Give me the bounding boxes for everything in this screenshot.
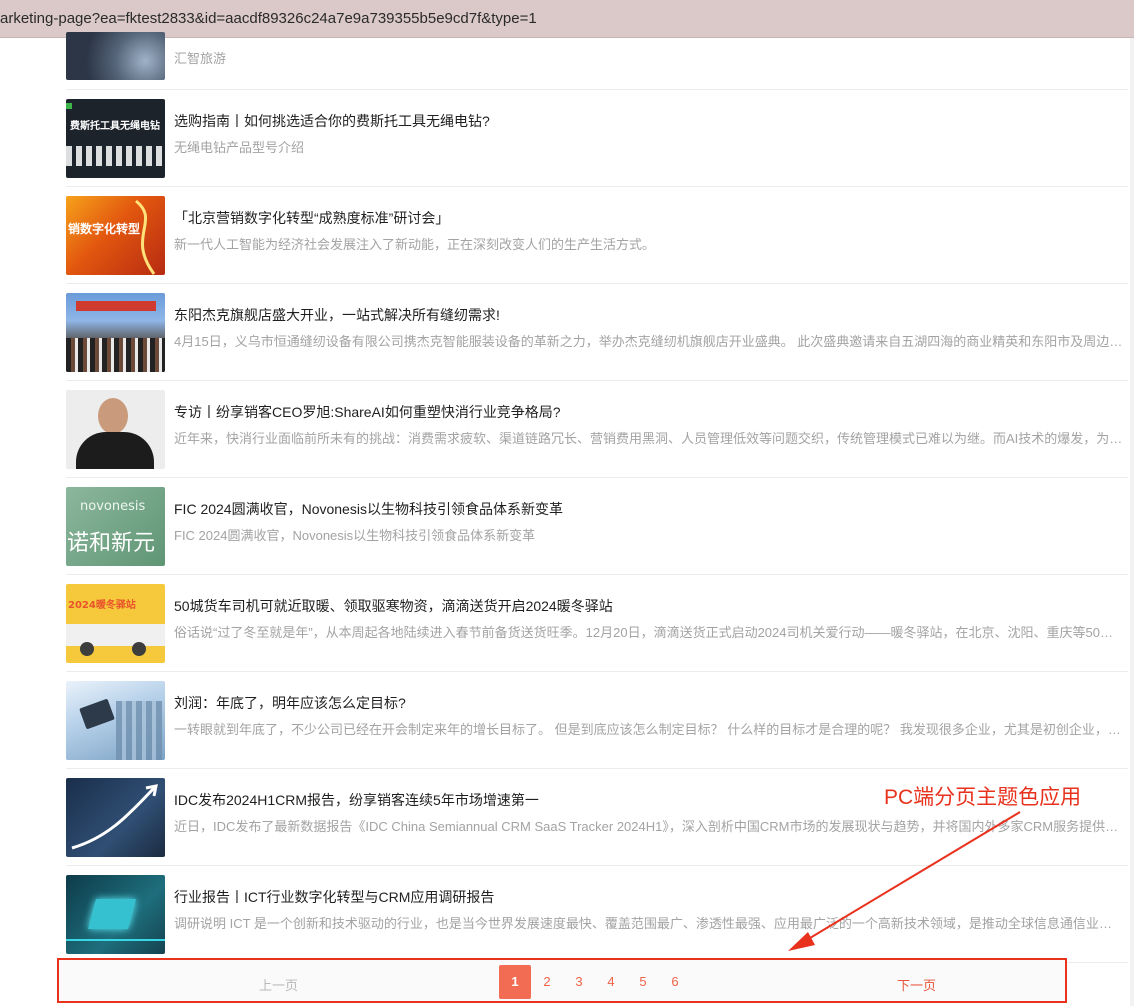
article-title[interactable]: 选购指南丨如何挑选适合你的费斯托工具无绳电钻?	[174, 111, 490, 131]
next-page-button[interactable]: 下一页	[897, 975, 936, 994]
article-item[interactable]: novonesis 诺和新元 FIC 2024圆满收官，Novonesis以生物…	[66, 478, 1128, 575]
page-button-6[interactable]: 6	[659, 965, 691, 999]
page-number-list: 1 2 3 4 5 6	[499, 965, 691, 999]
article-title[interactable]: 50城货车司机可就近取暖、领取驱寒物资，滴滴送货开启2024暖冬驿站	[174, 596, 613, 616]
article-item[interactable]: 汇智旅游	[66, 32, 1128, 90]
article-desc: 调研说明 ICT 是一个创新和技术驱动的行业，也是当今世界发展速度最快、覆盖范围…	[174, 916, 1124, 931]
article-item[interactable]: 专访丨纷享销客CEO罗旭:ShareAI如何重塑快消行业竞争格局? 近年来，快消…	[66, 381, 1128, 478]
banner-graphic	[76, 301, 156, 311]
wheel-graphic	[80, 642, 94, 656]
thumb-caption: 2024暖冬驿站	[68, 600, 136, 611]
festool-drill-guide-image: 费斯托工具无绳电钻	[66, 99, 165, 178]
seminar-poster-image: 销数字化转型	[66, 196, 165, 275]
pagination: 上一页 1 2 3 4 5 6 下一页	[57, 958, 1067, 1003]
article-desc: 近年来，快消行业面临前所未有的挑战：消费需求疲软、渠道链路冗长、营销费用黑洞、人…	[174, 431, 1124, 446]
article-desc: 近日，IDC发布了最新数据报告《IDC China Semiannual CRM…	[174, 819, 1124, 834]
shirt-graphic	[76, 432, 154, 469]
storm-satellite-image	[66, 32, 165, 80]
article-title[interactable]: FIC 2024圆满收官，Novonesis以生物科技引领食品体系新变革	[174, 499, 563, 519]
article-item[interactable]: 费斯托工具无绳电钻 选购指南丨如何挑选适合你的费斯托工具无绳电钻? 无绳电钻产品…	[66, 90, 1128, 187]
article-desc: 4月15日，义乌市恒通缝纫设备有限公司携杰克智能服装设备的革新之力，举办杰克缝纫…	[174, 334, 1124, 349]
brand-mark-icon	[66, 103, 72, 109]
page-button-3[interactable]: 3	[563, 965, 595, 999]
article-item[interactable]: 刘润：年底了，明年应该怎么定目标? 一转眼就到年底了，不少公司已经在开会制定来年…	[66, 672, 1128, 769]
article-desc: 俗话说“过了冬至就是年”，从本周起各地陆续进入春节前备货送货旺季。12月20日，…	[174, 625, 1124, 640]
article-title[interactable]: 刘润：年底了，明年应该怎么定目标?	[174, 693, 406, 713]
store-opening-photo	[66, 293, 165, 372]
article-title[interactable]: 东阳杰克旗舰店盛大开业，一站式解决所有缝纫需求!	[174, 305, 500, 325]
article-desc: 新一代人工智能为经济社会发展注入了新动能，正在深刻改变人们的生产生活方式。	[174, 237, 656, 252]
thumb-caption: 费斯托工具无绳电钻	[70, 121, 160, 132]
novonesis-logo-image: novonesis 诺和新元	[66, 487, 165, 566]
article-item[interactable]: 销数字化转型 「北京营销数字化转型“成熟度标准”研讨会」 新一代人工智能为经济社…	[66, 187, 1128, 284]
article-item[interactable]: 2024暖冬驿站 50城货车司机可就近取暖、领取驱寒物资，滴滴送货开启2024暖…	[66, 575, 1128, 672]
prev-page-button[interactable]: 上一页	[259, 975, 298, 994]
page-button-5[interactable]: 5	[627, 965, 659, 999]
circuit-line-graphic	[66, 939, 165, 941]
city-tablet-image	[66, 681, 165, 760]
decorative-lettering	[66, 146, 165, 166]
chip-graphic	[87, 899, 137, 929]
truck-body-graphic	[66, 624, 165, 646]
growth-chart-image	[66, 778, 165, 857]
article-item[interactable]: 东阳杰克旗舰店盛大开业，一站式解决所有缝纫需求! 4月15日，义乌市恒通缝纫设备…	[66, 284, 1128, 381]
annotation-label: PC端分页主题色应用	[884, 786, 1082, 809]
article-desc: 汇智旅游	[174, 51, 227, 66]
article-title[interactable]: 「北京营销数字化转型“成熟度标准”研讨会」	[174, 208, 449, 228]
thumb-caption: novonesis	[80, 499, 146, 514]
scrollbar[interactable]	[1130, 38, 1134, 1006]
page-button-1[interactable]: 1	[499, 965, 531, 999]
tablet-graphic	[79, 698, 115, 730]
delivery-truck-illustration: 2024暖冬驿站	[66, 584, 165, 663]
wheel-graphic	[132, 642, 146, 656]
skyline-graphic	[116, 701, 162, 760]
article-desc: FIC 2024圆满收官，Novonesis以生物科技引领食品体系新变革	[174, 528, 536, 543]
rising-arrow-graphic	[71, 784, 158, 850]
url-text[interactable]: arketing-page?ea=fktest2833&id=aacdf8932…	[0, 10, 537, 27]
article-title[interactable]: 专访丨纷享销客CEO罗旭:ShareAI如何重塑快消行业竞争格局?	[174, 402, 561, 422]
page-button-4[interactable]: 4	[595, 965, 627, 999]
article-title[interactable]: IDC发布2024H1CRM报告，纷享销客连续5年市场增速第一	[174, 790, 539, 810]
address-bar[interactable]: arketing-page?ea=fktest2833&id=aacdf8932…	[0, 0, 1134, 38]
article-title[interactable]: 行业报告丨ICT行业数字化转型与CRM应用调研报告	[174, 887, 494, 907]
ceo-portrait-photo	[66, 390, 165, 469]
chip-circuit-image	[66, 875, 165, 954]
article-desc: 一转眼就到年底了，不少公司已经在开会制定来年的增长目标了。 但是到底应该怎么制定…	[174, 722, 1124, 737]
article-item[interactable]: 行业报告丨ICT行业数字化转型与CRM应用调研报告 调研说明 ICT 是一个创新…	[66, 866, 1128, 963]
face-graphic	[98, 398, 128, 434]
article-desc: 无绳电钻产品型号介绍	[174, 140, 305, 155]
light-swirl-graphic	[135, 199, 156, 275]
thumb-caption-cn: 诺和新元	[67, 531, 156, 556]
crowd-graphic	[66, 338, 165, 372]
article-list: 汇智旅游 费斯托工具无绳电钻 选购指南丨如何挑选适合你的费斯托工具无绳电钻? 无…	[66, 32, 1128, 963]
page-button-2[interactable]: 2	[531, 965, 563, 999]
